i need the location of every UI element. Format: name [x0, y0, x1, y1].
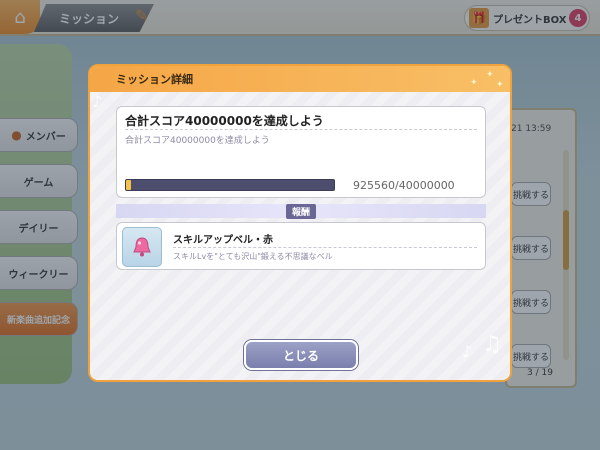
music-note-icon: ♫ — [482, 332, 502, 357]
sparkle-icon: ✦ — [486, 70, 494, 80]
mission-title: 合計スコア40000000を達成しよう — [125, 114, 324, 128]
divider — [125, 129, 477, 130]
mission-description: 合計スコア40000000を達成しよう — [125, 136, 270, 146]
progress-fill — [126, 180, 131, 190]
close-button[interactable]: とじる — [244, 340, 358, 370]
mission-detail-dialog: ミッション詳細 ✦ ✦ ✦ ♪ ♪ ♫ 合計スコア40000000を達成しよう … — [88, 64, 512, 382]
music-note-icon: ♪ — [92, 92, 103, 111]
dialog-footer — [90, 380, 510, 382]
music-note-icon: ♪ — [462, 342, 473, 361]
reward-section-header: 報酬 — [116, 203, 486, 219]
dialog-header: ミッション詳細 ✦ ✦ ✦ — [90, 66, 510, 92]
reward-name: スキルアップベル・赤 — [173, 235, 273, 246]
dialog-title: ミッション詳細 — [116, 73, 193, 86]
reward-card: スキルアップベル・赤 スキルLvを"とても沢山"鍛える不思議なベル — [116, 222, 486, 270]
reward-label: 報酬 — [285, 203, 316, 219]
bell-icon — [133, 237, 151, 257]
sparkle-icon: ✦ — [470, 78, 478, 88]
reward-item-thumbnail — [122, 227, 162, 267]
dialog-body: ♪ ♪ ♫ 合計スコア40000000を達成しよう 合計スコア40000000を… — [90, 92, 510, 380]
divider — [173, 247, 477, 248]
mission-card: 合計スコア40000000を達成しよう 合計スコア40000000を達成しよう … — [116, 106, 486, 198]
reward-description: スキルLvを"とても沢山"鍛える不思議なベル — [173, 252, 333, 261]
progress-bar — [125, 179, 335, 191]
sparkle-icon: ✦ — [496, 80, 504, 90]
progress-text: 925560/40000000 — [353, 179, 455, 192]
